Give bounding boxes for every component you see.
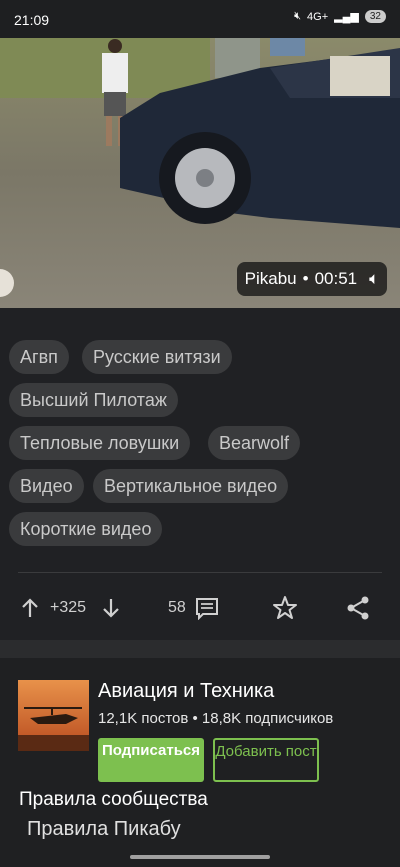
arrow-up-icon bbox=[22, 598, 38, 617]
tag-item[interactable]: Тепловые ловушки bbox=[9, 426, 191, 460]
community-avatar[interactable] bbox=[18, 680, 89, 751]
tag-item[interactable]: Агвп bbox=[9, 340, 69, 374]
status-time: 21:09 bbox=[14, 12, 50, 28]
tag-item[interactable]: Высший Пилотаж bbox=[9, 383, 178, 417]
tag-item[interactable]: Короткие видео bbox=[9, 512, 163, 546]
subscribe-button[interactable]: Подписаться bbox=[98, 738, 204, 782]
video-duration: 00:51 bbox=[314, 269, 358, 288]
battery-icon: 32 bbox=[364, 10, 386, 23]
share-button[interactable] bbox=[345, 588, 371, 628]
community-card: Авиация и Техника 12,1K постов • 18,8K п… bbox=[0, 658, 400, 867]
sound-icon[interactable]: 🔈︎ bbox=[369, 269, 379, 289]
share-icon bbox=[347, 596, 369, 620]
upvote-button[interactable] bbox=[20, 588, 40, 628]
signal-icon: ▂▄▆ bbox=[334, 11, 359, 23]
home-indicator[interactable] bbox=[130, 855, 270, 859]
section-separator bbox=[0, 640, 400, 658]
rules-link[interactable]: Правила Пикабу bbox=[27, 818, 181, 841]
save-button[interactable] bbox=[272, 588, 298, 628]
status-bar: 21:09 🔇︎ 4G+ ▂▄▆ 32 bbox=[0, 0, 400, 38]
community-name[interactable]: Авиация и Техника bbox=[98, 680, 274, 703]
tag-item[interactable]: Вертикальное видео bbox=[93, 469, 289, 503]
rating-count: +325 bbox=[50, 599, 87, 616]
video-source: Pikabu bbox=[244, 269, 297, 288]
star-icon bbox=[273, 596, 297, 619]
post-actions: +325 58 bbox=[0, 588, 400, 628]
comment-icon bbox=[195, 598, 218, 620]
tag-item[interactable]: Русские витязи bbox=[82, 340, 232, 374]
video-player[interactable]: Pikabu • 00:51 🔈︎ bbox=[0, 38, 400, 308]
tag-item[interactable]: Видео bbox=[9, 469, 84, 503]
arrow-down-icon bbox=[103, 599, 119, 618]
add-post-button[interactable]: Добавить пост bbox=[213, 738, 319, 782]
comments-count: 58 bbox=[168, 599, 186, 616]
divider bbox=[18, 572, 382, 573]
mute-icon: 🔇︎ bbox=[294, 10, 302, 22]
network-label: 4G+ bbox=[307, 10, 329, 23]
tag-item[interactable]: Bearwolf bbox=[208, 426, 301, 460]
video-badge[interactable]: Pikabu • 00:51 🔈︎ bbox=[237, 262, 387, 296]
status-icons: 🔇︎ 4G+ ▂▄▆ 32 bbox=[294, 10, 386, 23]
helicopter-icon bbox=[18, 680, 89, 751]
dot-separator: • bbox=[302, 269, 309, 288]
downvote-button[interactable] bbox=[101, 588, 121, 628]
comments-button[interactable]: 58 bbox=[168, 588, 220, 628]
community-stats: 12,1K постов • 18,8K подписчиков bbox=[98, 710, 334, 727]
rules-title: Правила сообщества bbox=[19, 789, 208, 810]
